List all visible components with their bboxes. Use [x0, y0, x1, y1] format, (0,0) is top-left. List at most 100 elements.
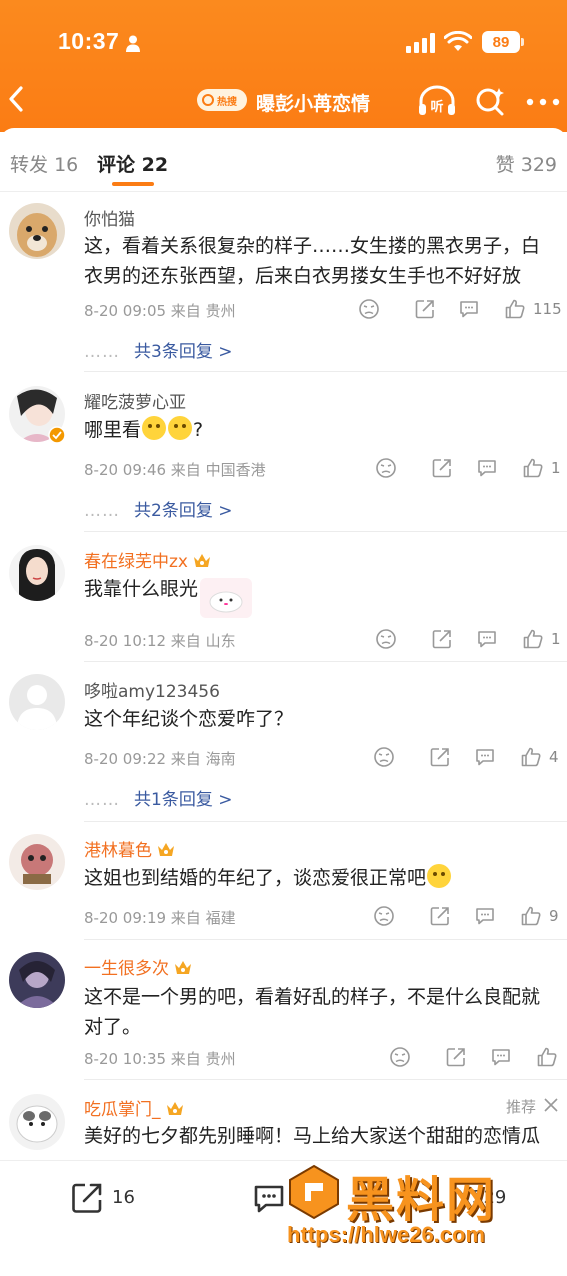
like-count: 115 — [533, 300, 562, 318]
comment-username[interactable]: 春在绿芜中zx — [84, 547, 212, 572]
comment-username[interactable]: 一生很多次 — [84, 954, 193, 979]
share-icon[interactable] — [429, 746, 451, 768]
tab-forward-count: 16 — [54, 154, 79, 176]
like-thumb-icon[interactable] — [536, 1046, 558, 1068]
comment-icon[interactable] — [490, 1046, 512, 1068]
comment-text-tail: ? — [193, 419, 204, 441]
tab-likes-count: 329 — [520, 154, 557, 176]
comment-icon[interactable] — [474, 905, 496, 927]
comment-icon[interactable] — [474, 746, 496, 768]
reply-count-label: 共1条回复 > — [134, 790, 233, 810]
comment-actions: 1 — [375, 628, 565, 652]
comment-actions — [389, 1046, 564, 1070]
dislike-face-icon[interactable] — [389, 1046, 411, 1068]
like-thumb-icon[interactable] — [522, 628, 544, 650]
more-options-icon[interactable] — [526, 98, 560, 106]
comment-username[interactable]: 你怕猫 — [84, 205, 135, 230]
watermark-url: https://hlwe26.com — [287, 1222, 486, 1247]
avatar[interactable] — [9, 203, 65, 259]
comment-meta: 8-20 09:46 来自 中国香港 — [84, 461, 266, 479]
comment-text: 这姐也到结婚的年纪了，谈恋爱很正常吧 — [84, 863, 558, 893]
comment-meta: 8-20 09:19 来自 福建 — [84, 909, 236, 927]
comment-icon[interactable] — [476, 457, 498, 479]
comment-meta: 8-20 10:35 来自 贵州 — [84, 1050, 236, 1068]
reply-count-label: 共2条回复 > — [134, 501, 233, 521]
avatar[interactable] — [9, 952, 65, 1008]
share-icon[interactable] — [414, 298, 436, 320]
comment-icon[interactable] — [476, 628, 498, 650]
cellular-signal-icon — [406, 33, 435, 53]
watermark-text: 黑料网 — [346, 1172, 497, 1228]
reply-link[interactable]: …… 共1条回复 > — [84, 785, 232, 810]
pleading-emoji-icon — [142, 416, 167, 440]
tab-likes[interactable]: 赞 329 — [496, 150, 557, 177]
reply-dots: …… — [84, 790, 120, 810]
like-thumb-icon[interactable] — [504, 298, 526, 320]
comment-username[interactable]: 哆啦amy123456 — [84, 677, 220, 702]
back-arrow-icon[interactable] — [4, 82, 26, 116]
share-icon[interactable] — [445, 1046, 467, 1068]
comment-actions: 4 — [373, 746, 563, 770]
hot-badge-label: 热搜 — [217, 96, 237, 108]
dislike-face-icon[interactable] — [358, 298, 380, 320]
comment-icon[interactable] — [458, 298, 480, 320]
share-icon[interactable] — [431, 628, 453, 650]
comment-item: 你怕猫 这，看着关系很复杂的样子……女生搂的黑衣男子，白衣男的还东张西望，后来白… — [0, 192, 567, 372]
battery-indicator: 89 — [482, 31, 520, 53]
comment-text: 哪里看? — [84, 415, 558, 445]
reply-count-label: 共3条回复 > — [134, 342, 233, 362]
page-title[interactable]: 曝彭小苒恋情 — [256, 89, 370, 116]
like-thumb-icon[interactable] — [520, 746, 542, 768]
comment-text: 这不是一个男的吧，看着好乱的样子，不是什么良配就对了。 — [84, 986, 541, 1038]
comment-username-text: 港林暮色 — [84, 841, 152, 861]
svg-text:听: 听 — [430, 99, 443, 115]
comment-text: 这，看着关系很复杂的样子……女生搂的黑衣男子，白衣男的还东张西望，后来白衣男搂女… — [84, 235, 541, 287]
sticker-image — [200, 578, 252, 618]
tab-comments-count: 22 — [141, 154, 169, 176]
comment-actions: 9 — [373, 905, 563, 929]
comment-actions: 1 — [375, 457, 565, 481]
share-icon[interactable] — [429, 905, 451, 927]
hot-search-badge[interactable]: 热搜 — [197, 89, 247, 111]
repost-icon[interactable] — [70, 1181, 104, 1215]
dislike-face-icon[interactable] — [373, 746, 395, 768]
like-count: 1 — [551, 630, 561, 648]
like-thumb-icon[interactable] — [522, 457, 544, 479]
like-thumb-icon[interactable] — [520, 905, 542, 927]
recommend-label: 推荐 — [506, 1098, 537, 1116]
comment-username[interactable]: 耀吃菠萝心亚 — [84, 388, 186, 413]
comment-item: 吃瓜掌门_ 推荐 美好的七夕都先别睡啊！马上给大家送个甜甜的恋情瓜 — [0, 1080, 567, 1160]
avatar[interactable] — [9, 1094, 65, 1150]
comment-actions: 115 — [358, 298, 563, 322]
reply-link[interactable]: …… 共2条回复 > — [84, 496, 232, 521]
dislike-face-icon[interactable] — [373, 905, 395, 927]
dislike-face-icon[interactable] — [375, 457, 397, 479]
avatar[interactable] — [9, 545, 65, 601]
comment-item: 耀吃菠萝心亚 哪里看? 8-20 09:46 来自 中国香港 1 …… 共2条回复… — [0, 372, 567, 532]
dislike-face-icon[interactable] — [375, 628, 397, 650]
tab-forward-label: 转发 — [10, 154, 49, 176]
comment-bubble-icon[interactable] — [252, 1181, 286, 1215]
comment-meta: 8-20 09:05 来自 贵州 — [84, 302, 236, 320]
avatar[interactable] — [9, 674, 65, 730]
tab-forward[interactable]: 转发 16 — [10, 150, 78, 177]
comment-username-text: 吃瓜掌门_ — [84, 1100, 161, 1120]
battery-tip — [521, 38, 524, 46]
share-icon[interactable] — [431, 457, 453, 479]
reply-link[interactable]: …… 共3条回复 > — [84, 337, 232, 362]
tab-comments[interactable]: 评论 22 — [97, 150, 168, 177]
comment-text: 美好的七夕都先别睡啊！马上给大家送个甜甜的恋情瓜 — [84, 1125, 541, 1147]
status-time: 10:37 — [58, 28, 120, 54]
close-icon[interactable] — [543, 1097, 559, 1113]
comment-username[interactable]: 港林暮色 — [84, 836, 176, 861]
listen-icon[interactable]: 听 — [417, 84, 457, 118]
comment-text-main: 哪里看 — [84, 419, 142, 441]
comment-username[interactable]: 吃瓜掌门_ — [84, 1095, 185, 1120]
reply-dots: …… — [84, 342, 120, 362]
vip-crown-icon — [175, 961, 191, 974]
comment-item: 一生很多次 这不是一个男的吧，看着好乱的样子，不是什么良配就对了。 8-20 1… — [0, 940, 567, 1080]
avatar[interactable] — [9, 834, 65, 890]
status-bar: 10:37 89 — [0, 0, 567, 86]
pleading-emoji-icon — [168, 416, 193, 440]
search-sparkle-icon[interactable] — [474, 85, 506, 117]
